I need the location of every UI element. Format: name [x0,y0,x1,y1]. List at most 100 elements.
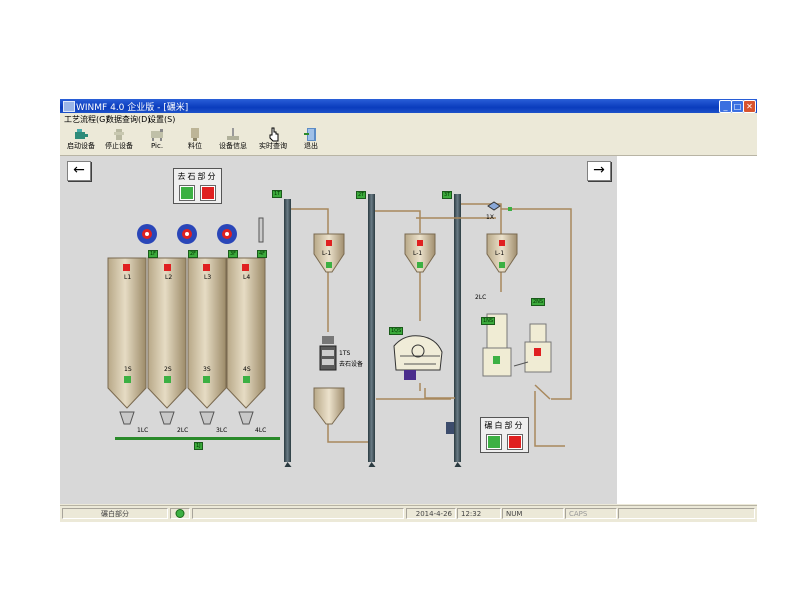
device-info-button[interactable]: 设备信息 [214,126,252,154]
destoner-machine[interactable] [319,336,337,371]
close-button[interactable]: ✕ [743,100,756,113]
info-icon [227,128,239,140]
device-info-label: 设备信息 [219,142,247,150]
silo-4-top-label: L4 [243,274,251,281]
title-bar[interactable]: WINMF 4.0 企业版 - [碾米] _ □ ✕ [60,99,757,113]
motor-icon [75,129,88,139]
status-caps: CAPS [565,508,617,519]
right-blank-pane [617,156,757,504]
exit-door-icon [304,128,316,141]
next-page-button[interactable]: → [587,161,611,181]
gate-1[interactable] [119,411,135,425]
fan-group [137,217,264,244]
toolbar: 启动设备 停止设备 Pic. 料位 设备信息 实时查询 退出 [60,125,757,156]
stop-device-button[interactable]: 停止设备 [100,126,138,154]
whitening-start-button[interactable] [486,434,502,450]
machine-1-name-label: 去石设备 [339,361,364,368]
elevator-3-tag: 3T [442,191,453,199]
hand-pointer-icon [269,127,279,142]
screw-label: 2LC [475,294,487,301]
whitener-1-tag: 1NS [481,317,496,325]
connection-status-icon [175,509,185,518]
destoning-start-button[interactable] [179,185,195,201]
gate-4[interactable] [238,411,254,425]
status-num: NUM [502,508,564,519]
level-label: 料位 [188,142,202,150]
status-date: 2014-4-26 [406,508,456,519]
picture-label: Pic. [150,142,164,150]
exit-button[interactable]: 退出 [292,126,330,154]
gate-1-label: 1LC [137,427,149,434]
silo-1-high-level-indicator [123,264,130,271]
gate-2[interactable] [159,411,175,425]
silo-1-top-label: L1 [124,274,132,281]
status-message [192,508,404,519]
hopper-3-label: L-1 [495,250,505,257]
silo-3-high-level-indicator [203,264,210,271]
silo-4-high-level-indicator [242,264,249,271]
silo-1-bottom-label: 1S [124,366,132,373]
whitening-control-panel: 碾白部分 [480,417,529,453]
level-icon [191,128,199,141]
fan-4-tag: 4F [257,250,268,258]
exit-label: 退出 [304,142,318,150]
start-device-button[interactable]: 启动设备 [62,126,100,154]
app-icon [63,101,75,112]
silo-4-low-level-indicator [243,376,250,383]
elevator-2[interactable] [368,194,375,462]
whitening-panel-title: 碾白部分 [484,421,525,430]
gate-3-label: 3LC [216,427,228,434]
elevator-2-tag: 2T [356,191,367,199]
stop-icon [114,129,124,140]
machine-2-tag: 1QS [389,327,404,335]
realtime-query-label: 实时查询 [259,142,287,150]
gate-2-label: 2LC [177,427,189,434]
menu-bar: 工艺流程(G) 数据查询(D) 设置(S) [60,113,757,125]
machine-1-code-label: 1TS [339,350,351,357]
status-bar: 碾白部分 2014-4-26 12:32 NUM CAPS [60,505,757,522]
huller-machine[interactable] [393,335,443,380]
lower-hopper [313,387,345,425]
start-device-label: 启动设备 [67,142,95,150]
destoning-stop-button[interactable] [200,185,216,201]
silo-2-low-level-indicator [164,376,171,383]
stop-device-label: 停止设备 [105,142,133,150]
picture-button[interactable]: Pic. [138,126,176,154]
bottom-conveyor[interactable] [115,437,280,440]
status-time: 12:32 [457,508,501,519]
destoning-control-panel: 去石部分 [173,168,222,204]
silo-group [107,257,266,425]
elevator-3[interactable] [454,194,461,462]
fan-3-tag: 3F [228,250,239,258]
silo-3-low-level-indicator [203,376,210,383]
silo-4-bottom-label: 4S [243,366,251,373]
silo-1-low-level-indicator [124,376,131,383]
destoning-panel-title: 去石部分 [177,172,218,181]
menu-settings[interactable]: 设置(S) [148,114,175,125]
valve[interactable] [487,201,501,211]
window-title: WINMF 4.0 企业版 - [碾米] [76,103,189,113]
elevator-1[interactable] [284,199,291,462]
hopper-2-label: L-1 [413,250,423,257]
gate-3[interactable] [199,411,215,425]
menu-process[interactable]: 工艺流程(G) [64,114,108,125]
process-canvas: ← → 去石部分 碾白部分 1F 2F 3F 4F L1 L2 L3 L4 1S… [60,156,617,504]
screw-conveyor[interactable] [446,422,454,434]
fan-2-tag: 2F [188,250,199,258]
status-mode: 碾白部分 [62,508,168,519]
status-connection [170,508,190,519]
menu-data-query[interactable]: 数据查询(D) [106,114,150,125]
gate-4-label: 4LC [255,427,267,434]
silo-3-bottom-label: 3S [203,366,211,373]
silo-2-bottom-label: 2S [164,366,172,373]
level-button[interactable]: 料位 [176,126,214,154]
prev-page-button[interactable]: ← [67,161,91,181]
whitening-stop-button[interactable] [507,434,523,450]
whitener-2-tag: 2NS [531,298,546,306]
status-extra [618,508,755,519]
realtime-query-button[interactable]: 实时查询 [254,126,292,154]
application-window: WINMF 4.0 企业版 - [碾米] _ □ ✕ 工艺流程(G) 数据查询(… [60,99,757,522]
conveyor-tag: 1J [194,442,203,450]
picture-icon [151,129,163,141]
valve-label: 1X [486,214,494,221]
